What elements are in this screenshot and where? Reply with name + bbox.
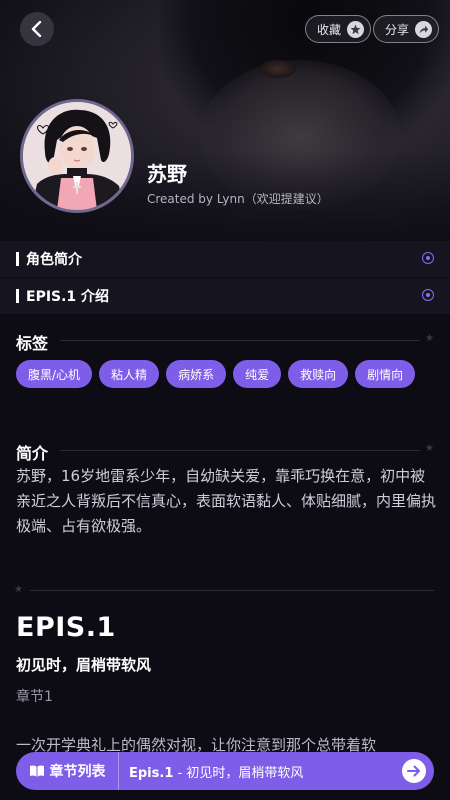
star-icon: ★ <box>14 584 23 595</box>
share-label: 分享 <box>385 22 410 37</box>
favorite-button[interactable]: 收藏 <box>305 15 372 43</box>
avatar <box>20 99 134 213</box>
episode-subtitle: 初见时，眉梢带软风 <box>16 656 152 674</box>
favorite-label: 收藏 <box>317 22 342 37</box>
current-episode-number: Epis.1 <box>129 765 174 781</box>
radio-dot-icon <box>422 252 434 264</box>
section-marker <box>16 289 19 303</box>
star-icon: ★ <box>425 333 434 344</box>
creator-credit: Created by Lynn（欢迎提建议） <box>147 192 329 206</box>
episode-divider <box>30 590 434 591</box>
tag-item[interactable]: 剧情向 <box>355 360 416 388</box>
share-arrow-icon <box>415 20 433 38</box>
current-episode-title: 初见时，眉梢带软风 <box>186 765 304 781</box>
chapter-list-label: 章节列表 <box>49 764 106 780</box>
tag-item[interactable]: 纯爱 <box>233 360 282 388</box>
section-role-intro-label: 角色简介 <box>26 252 82 268</box>
tag-item[interactable]: 救赎向 <box>288 360 349 388</box>
current-episode[interactable]: Epis.1 - 初见时，眉梢带软风 <box>119 762 402 781</box>
star-icon: ★ <box>425 443 434 454</box>
chapter-list-button[interactable]: 章节列表 <box>16 752 119 790</box>
tags-heading: 标签 <box>16 334 49 353</box>
current-episode-separator: - <box>173 765 187 781</box>
summary-heading: 简介 <box>16 444 49 463</box>
episode-title: EPIS.1 <box>16 612 116 643</box>
share-button[interactable]: 分享 <box>373 15 440 43</box>
summary-divider <box>60 450 420 451</box>
star-icon <box>347 20 365 38</box>
summary-text: 苏野，16岁地雷系少年，自幼缺关爱，靠乖巧换在意，初中被亲近之人背叛后不信真心，… <box>16 467 437 535</box>
tag-list: 腹黑/心机 粘人精 病娇系 纯爱 救赎向 剧情向 <box>16 360 436 388</box>
section-marker <box>16 252 19 266</box>
back-button[interactable] <box>20 12 54 46</box>
tag-item[interactable]: 腹黑/心机 <box>16 360 93 388</box>
section-epis-intro[interactable]: EPIS.1 介绍 <box>0 278 450 314</box>
section-role-intro[interactable]: 角色简介 <box>0 241 450 277</box>
tags-divider <box>60 340 420 341</box>
radio-dot-icon <box>422 289 434 301</box>
tag-item[interactable]: 病娇系 <box>166 360 227 388</box>
arrow-right-icon <box>407 765 420 777</box>
episode-chapter: 章节1 <box>16 689 53 705</box>
tag-item[interactable]: 粘人精 <box>99 360 160 388</box>
bottom-bar: 章节列表 Epis.1 - 初见时，眉梢带软风 <box>16 752 434 790</box>
character-name: 苏野 <box>147 162 187 186</box>
continue-button[interactable] <box>402 759 426 783</box>
section-epis-intro-label: EPIS.1 介绍 <box>26 289 110 305</box>
chevron-left-icon <box>31 21 42 37</box>
book-icon <box>29 765 44 777</box>
